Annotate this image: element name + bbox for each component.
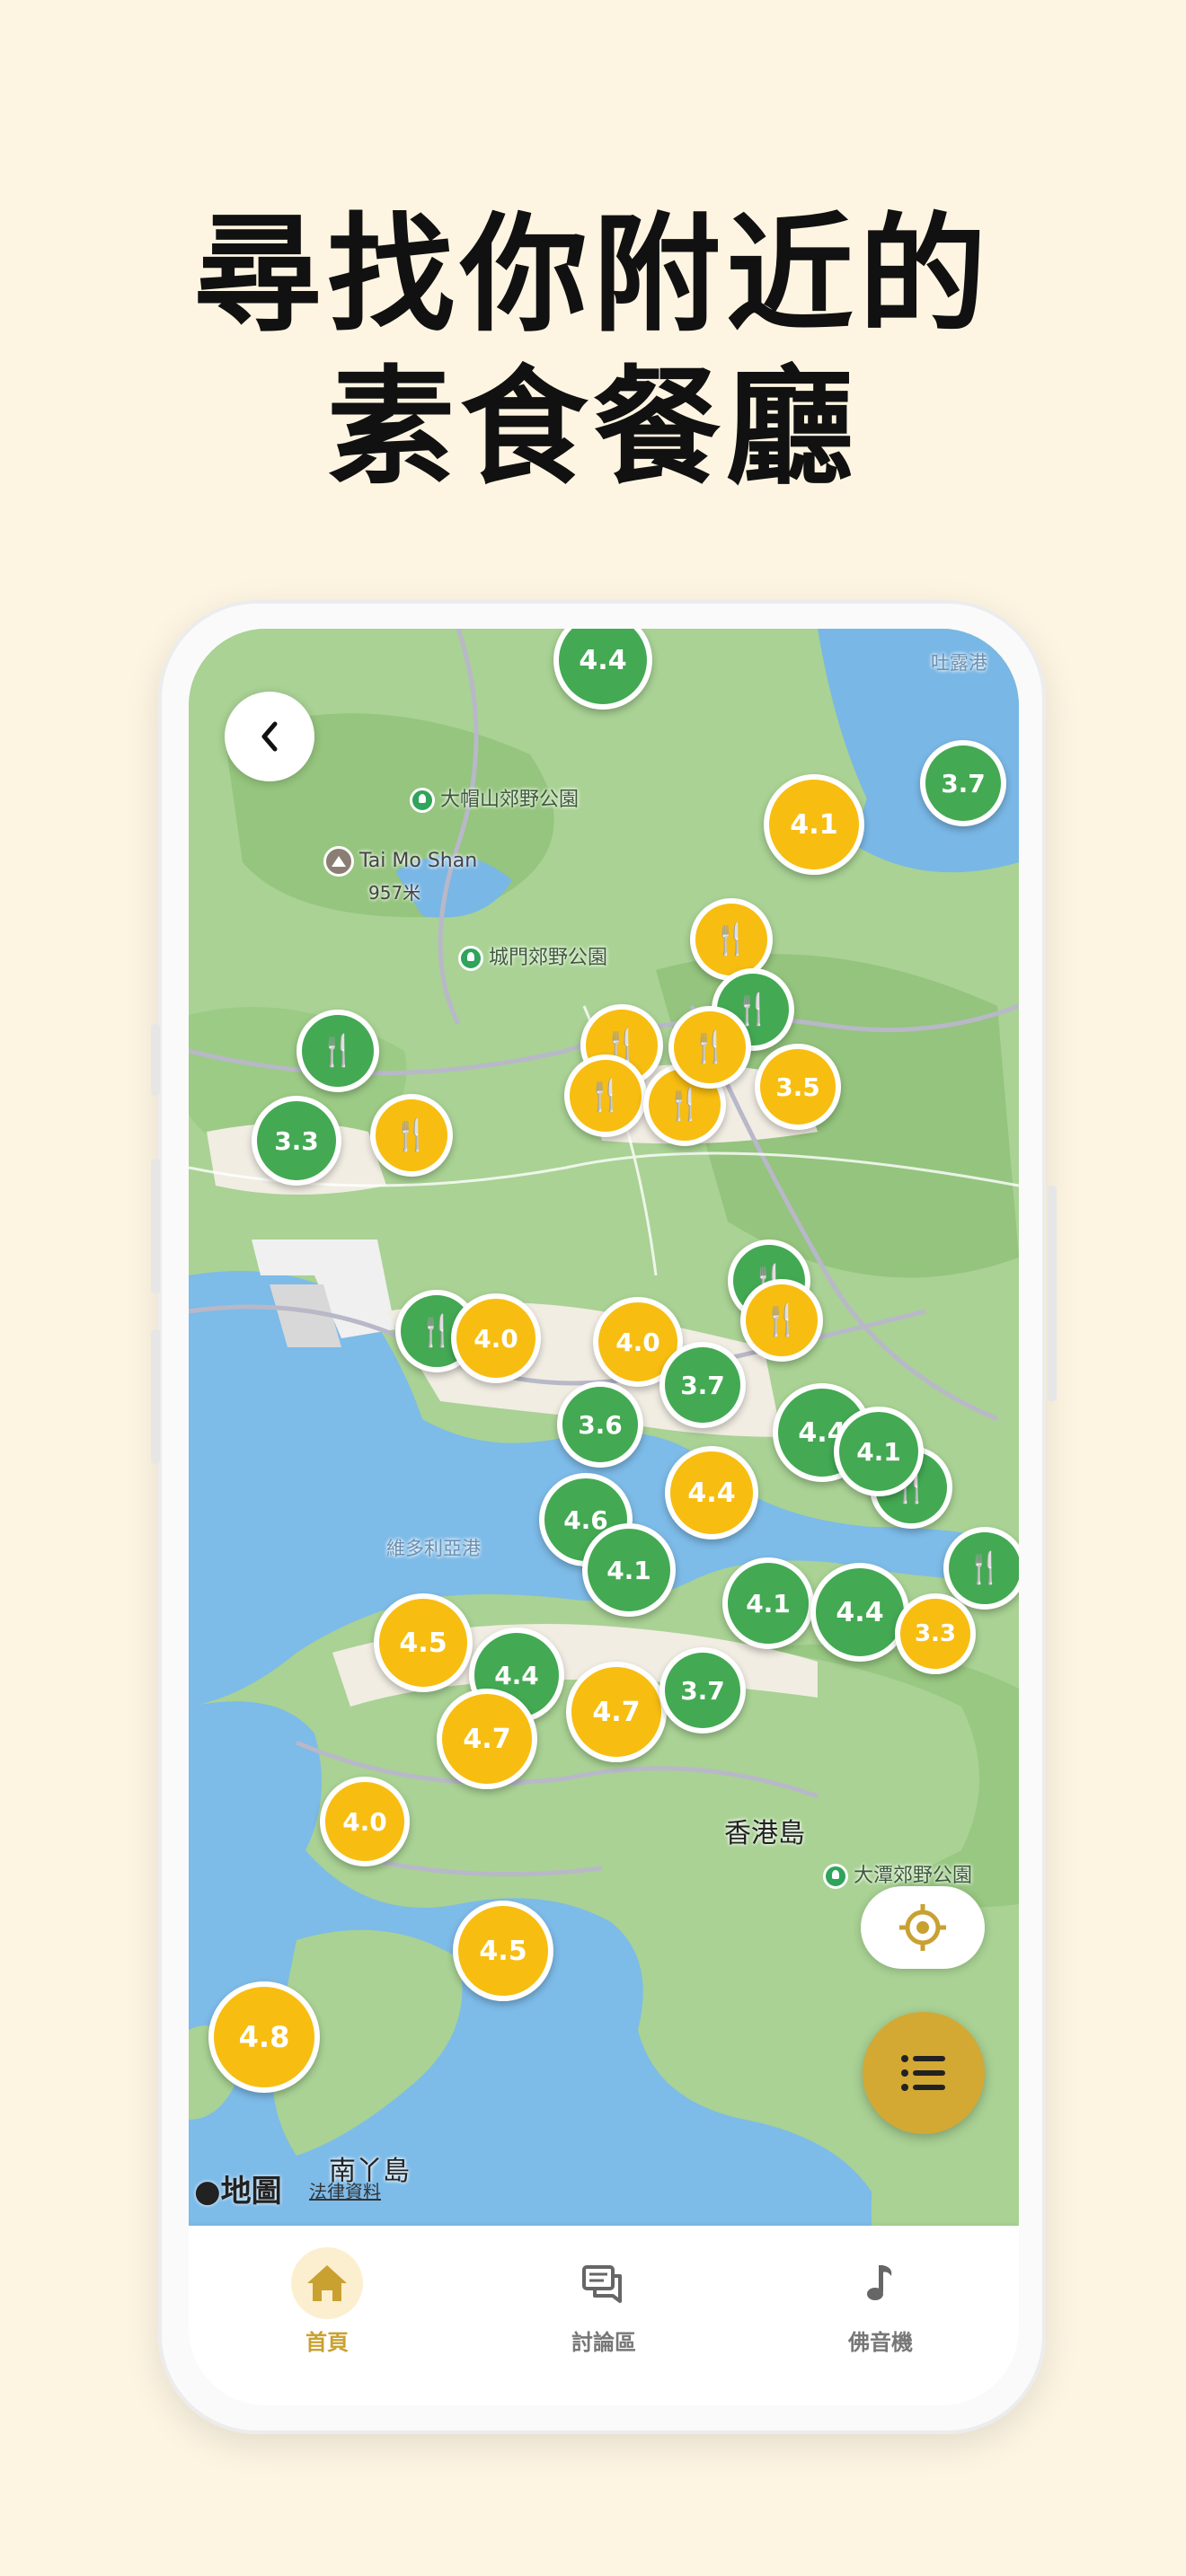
maps-attribution: ●地圖 <box>194 2174 282 2210</box>
map-label-hk-island: 香港島 <box>724 1818 805 1849</box>
rating-marker[interactable]: 3.3 <box>252 1096 341 1186</box>
rating-marker[interactable]: 4.7 <box>566 1662 667 1762</box>
restaurant-marker[interactable]: 🍴 <box>564 1054 647 1137</box>
list-icon <box>901 2055 945 2091</box>
rating-marker[interactable]: 4.8 <box>208 1981 320 2093</box>
fork-knife-icon: 🍴 <box>762 1302 801 1338</box>
crosshair-icon <box>899 1904 946 1951</box>
rating-marker[interactable]: 4.4 <box>810 1563 909 1662</box>
locate-me-button[interactable] <box>861 1886 985 1969</box>
rating-marker[interactable]: 3.7 <box>920 740 1006 826</box>
rating-marker[interactable]: 4.7 <box>437 1689 537 1789</box>
map-label-tai-mo-shan-height: 957米 <box>368 882 421 904</box>
rating-marker[interactable]: 4.1 <box>582 1523 676 1617</box>
tab-forum-label: 討論區 <box>571 2330 636 2355</box>
restaurant-marker[interactable]: 🍴 <box>668 1006 751 1089</box>
apple-logo-icon: ● <box>194 2174 221 2210</box>
restaurant-marker[interactable]: 🍴 <box>943 1527 1019 1610</box>
chevron-left-icon <box>261 721 278 752</box>
tab-buddhist-music[interactable]: 佛音機 <box>791 2226 970 2356</box>
chat-icon <box>568 2247 640 2319</box>
rating-marker[interactable]: 3.7 <box>659 1342 746 1428</box>
map-label-shing-mun-park: 城門郊野公園 <box>458 941 607 971</box>
rating-marker[interactable]: 4.1 <box>722 1557 814 1649</box>
map-view[interactable]: 大帽山郊野公園 Tai Mo Shan 957米 城門郊野公園 吐露港 維多利亞… <box>189 629 1019 2226</box>
tab-bar: 首頁 討論區 佛音機 <box>189 2226 1019 2405</box>
back-button[interactable] <box>225 692 314 781</box>
fork-knife-icon: 🍴 <box>417 1313 456 1349</box>
headline-line-1: 尋找你附近的 <box>194 201 992 349</box>
rating-marker[interactable]: 4.0 <box>451 1293 541 1383</box>
fork-knife-icon: 🍴 <box>586 1078 625 1114</box>
rating-marker[interactable]: 3.3 <box>895 1593 976 1674</box>
phone-side-button <box>151 1159 160 1293</box>
music-note-icon <box>845 2247 916 2319</box>
tab-buddhist-music-label: 佛音機 <box>848 2330 913 2355</box>
map-label-tolo-harbour: 吐露港 <box>931 652 987 674</box>
rating-marker[interactable]: 3.5 <box>755 1044 841 1130</box>
fork-knife-icon: 🍴 <box>965 1550 1005 1586</box>
headline: 尋找你附近的 素食餐廳 <box>0 199 1186 505</box>
phone-side-button <box>151 1329 160 1464</box>
phone-side-button <box>151 1024 160 1096</box>
fork-knife-icon: 🍴 <box>665 1087 704 1123</box>
legal-link[interactable]: 法律資料 <box>309 2177 381 2203</box>
rating-marker[interactable]: 4.5 <box>374 1593 473 1692</box>
map-label-victoria-harbour: 維多利亞港 <box>386 1538 481 1559</box>
tab-forum[interactable]: 討論區 <box>514 2226 694 2356</box>
fork-knife-icon: 🍴 <box>690 1029 730 1065</box>
fork-knife-icon: 🍴 <box>712 922 751 957</box>
home-icon <box>291 2247 363 2319</box>
restaurant-marker[interactable]: 🍴 <box>296 1010 379 1092</box>
tab-home[interactable]: 首頁 <box>237 2226 417 2356</box>
fork-knife-icon: 🍴 <box>392 1117 431 1153</box>
map-label-tai-mo-shan: Tai Mo Shan <box>323 846 477 877</box>
phone-screen: 大帽山郊野公園 Tai Mo Shan 957米 城門郊野公園 吐露港 維多利亞… <box>189 629 1019 2405</box>
rating-marker[interactable]: 4.4 <box>665 1446 758 1539</box>
tab-home-label: 首頁 <box>305 2330 349 2355</box>
list-view-button[interactable] <box>863 2012 985 2134</box>
rating-marker[interactable]: 4.1 <box>764 774 864 875</box>
rating-marker[interactable]: 4.5 <box>453 1901 553 2001</box>
rating-marker[interactable]: 4.1 <box>834 1407 924 1496</box>
map-label-tai-tam-park: 大潭郊野公園 <box>823 1859 972 1889</box>
rating-marker[interactable]: 4.0 <box>320 1777 410 1866</box>
rating-marker[interactable]: 3.7 <box>659 1647 746 1734</box>
restaurant-marker[interactable]: 🍴 <box>740 1279 823 1362</box>
map-label-tai-mo-shan-park: 大帽山郊野公園 <box>410 783 579 813</box>
fork-knife-icon: 🍴 <box>318 1033 358 1069</box>
phone-power-button <box>1048 1186 1057 1401</box>
restaurant-marker[interactable]: 🍴 <box>370 1094 453 1177</box>
headline-line-2: 素食餐廳 <box>327 354 859 502</box>
rating-marker[interactable]: 3.6 <box>557 1381 643 1468</box>
